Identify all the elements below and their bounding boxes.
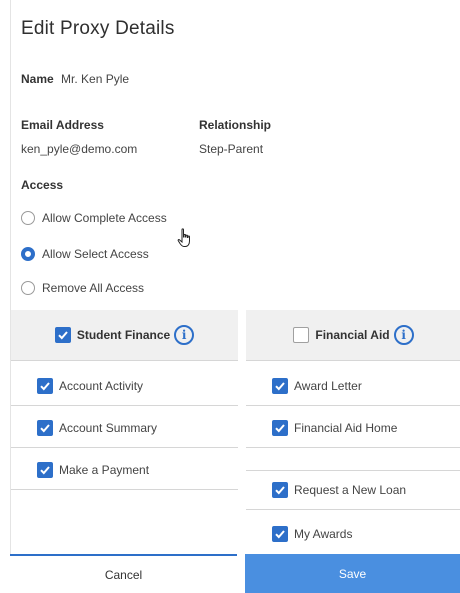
checkbox-checked[interactable] xyxy=(272,377,288,394)
info-icon[interactable]: i xyxy=(393,325,414,345)
radio-button[interactable] xyxy=(21,211,35,225)
checkbox-label: Award Letter xyxy=(294,378,362,393)
checkbox-unchecked[interactable] xyxy=(293,327,310,343)
radio-allow-select-access[interactable]: Allow Select Access xyxy=(21,244,149,264)
checkbox-account-summary[interactable]: Account Summary xyxy=(11,408,238,448)
radio-remove-all-access[interactable]: Remove All Access xyxy=(21,278,144,298)
email-label: Email Address xyxy=(21,118,104,132)
checkbox-label: Account Summary xyxy=(59,420,158,435)
checkbox-make-a-payment[interactable]: Make a Payment xyxy=(11,450,238,490)
name-value: Mr. Ken Pyle xyxy=(61,72,130,86)
info-icon[interactable]: i xyxy=(174,325,195,345)
check-icon xyxy=(40,465,50,474)
access-label: Access xyxy=(21,178,64,192)
checkbox-checked[interactable] xyxy=(272,419,288,436)
checkbox-checked[interactable] xyxy=(37,377,53,394)
check-icon xyxy=(275,381,285,390)
radio-allow-complete-access[interactable]: Allow Complete Access xyxy=(21,208,167,228)
hand-pointer-icon xyxy=(177,228,190,247)
checkbox-my-awards[interactable]: My Awards xyxy=(246,514,460,554)
checkbox-label: Make a Payment xyxy=(59,462,150,477)
checkbox-label: My Awards xyxy=(294,527,353,541)
dialog-title: Edit Proxy Details xyxy=(21,18,175,39)
column-header-financial-aid[interactable]: Financial Aid i xyxy=(246,310,460,361)
radio-label: Allow Select Access xyxy=(42,247,149,261)
checkbox-request-a-new-loan[interactable]: Request a New Loan xyxy=(246,470,460,510)
check-icon xyxy=(40,381,50,390)
checkbox-checked[interactable] xyxy=(272,482,288,498)
column-header-student-finance[interactable]: Student Finance i xyxy=(11,310,238,361)
checkbox-checked[interactable] xyxy=(37,419,53,436)
checkbox-checked[interactable] xyxy=(54,327,71,343)
name-row: Name Mr. Ken Pyle xyxy=(21,72,129,86)
check-icon xyxy=(275,423,285,432)
column-student-finance: Student Finance i Account Activity Accou… xyxy=(11,310,238,510)
checkbox-financial-aid-home[interactable]: Financial Aid Home xyxy=(246,408,460,448)
name-label: Name xyxy=(21,72,54,86)
save-button[interactable]: Save xyxy=(245,554,460,593)
radio-button[interactable] xyxy=(21,281,35,295)
checkbox-checked[interactable] xyxy=(37,461,53,478)
column-financial-aid: Financial Aid i Award Letter Financial A… xyxy=(246,310,460,554)
edit-proxy-dialog: Edit Proxy Details Name Mr. Ken Pyle Ema… xyxy=(10,0,460,593)
checkbox-label: Financial Aid Home xyxy=(294,420,398,435)
column-header-label: Student Finance xyxy=(76,328,171,342)
checkbox-checked[interactable] xyxy=(272,526,288,542)
cancel-button[interactable]: Cancel xyxy=(10,554,237,593)
checkbox-award-letter[interactable]: Award Letter xyxy=(246,366,460,406)
radio-button-selected[interactable] xyxy=(21,247,35,261)
check-icon xyxy=(40,423,50,432)
radio-label: Remove All Access xyxy=(42,281,145,295)
check-icon xyxy=(275,486,285,495)
relationship-label: Relationship xyxy=(199,118,272,132)
checkbox-label: Account Activity xyxy=(59,378,144,393)
checkbox-account-activity[interactable]: Account Activity xyxy=(11,366,238,406)
email-value: ken_pyle@demo.com xyxy=(21,142,138,156)
check-icon xyxy=(275,530,285,539)
relationship-value: Step-Parent xyxy=(199,142,264,156)
radio-label: Allow Complete Access xyxy=(42,211,167,225)
checkbox-label: Request a New Loan xyxy=(294,483,407,497)
check-icon xyxy=(58,331,68,340)
column-header-label: Financial Aid xyxy=(315,328,390,342)
